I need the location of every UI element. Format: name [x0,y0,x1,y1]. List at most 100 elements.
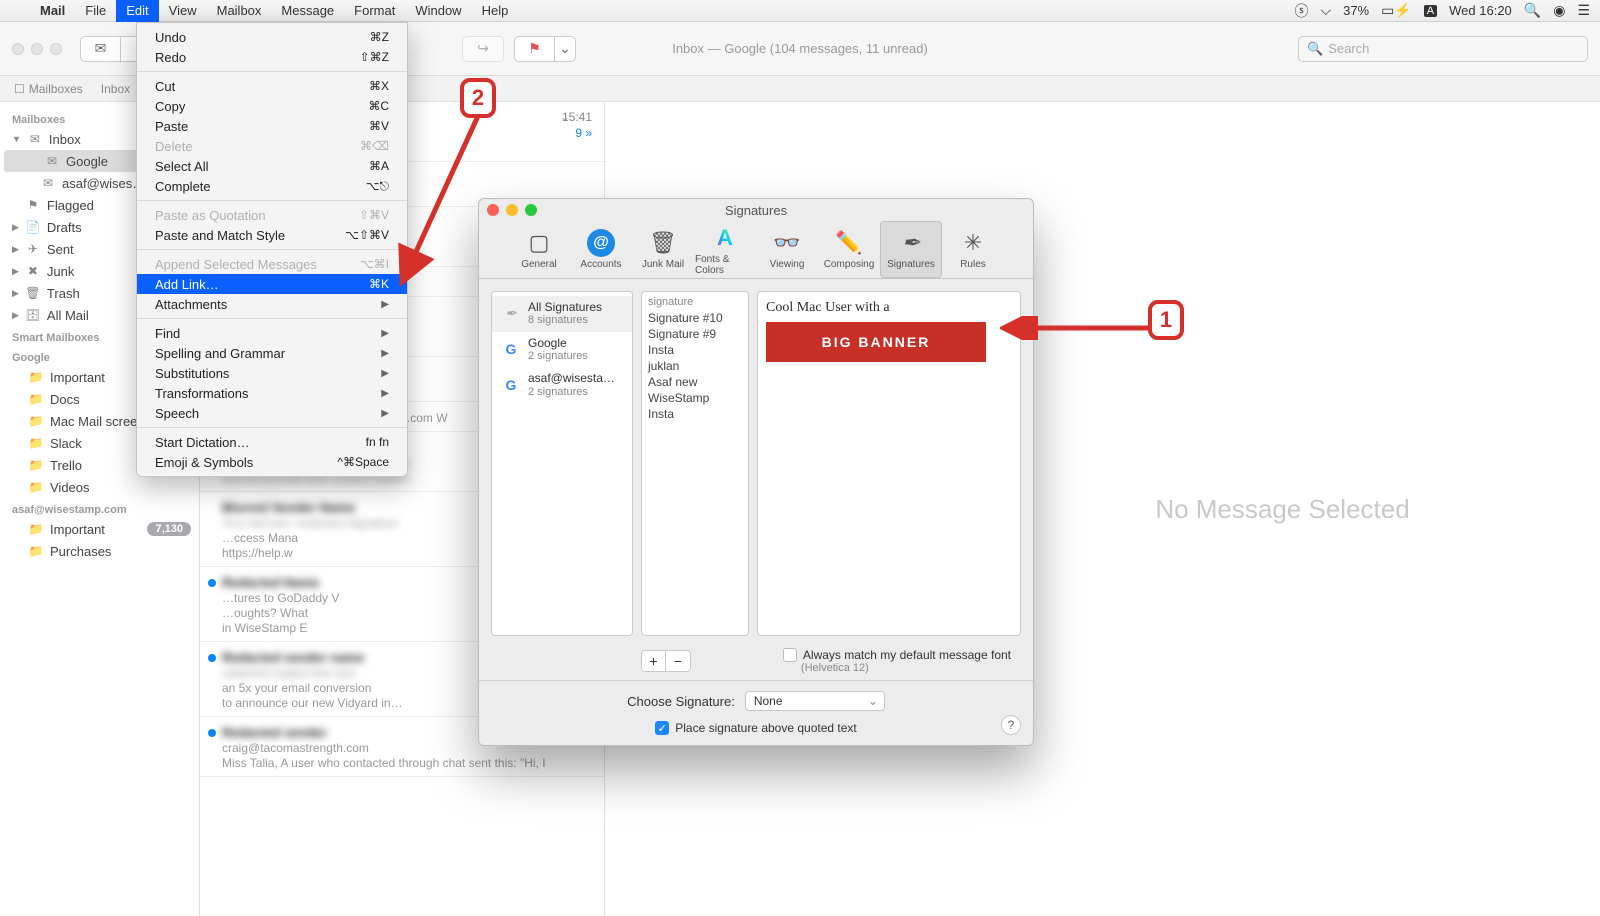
mailboxes-toggle[interactable]: ☐Mailboxes [14,82,83,96]
clock[interactable]: Wed 16:20 [1449,3,1512,18]
edit-menu-item[interactable]: Select All⌘A [137,156,407,176]
add-signature-button[interactable]: + [642,651,666,671]
trash-icon: 🗑 [25,285,41,301]
submenu-arrow-icon: ▶ [381,408,389,419]
account-asaf[interactable]: Gasaf@wisesta…2 signatures [492,367,632,403]
sidebar-videos[interactable]: 📁Videos [0,476,199,498]
folder-icon: 📁 [28,391,44,407]
preview-text[interactable]: Cool Mac User with a [766,300,1012,316]
wifi-icon[interactable]: ⌵ [1320,2,1331,19]
edit-menu-item[interactable]: Undo⌘Z [137,27,407,47]
tab-general[interactable]: ▢General [508,221,570,278]
minimize-button[interactable] [506,204,518,216]
edit-menu-item[interactable]: Paste and Match Style⌥⇧⌘V [137,225,407,245]
submenu-arrow-icon: ▶ [381,368,389,379]
signature-item[interactable]: juklan [648,358,742,374]
edit-menu-item[interactable]: Add Link…⌘K [137,274,407,294]
get-mail-button[interactable]: ✉ [81,37,121,61]
input-source[interactable]: A [1424,5,1437,17]
tab-viewing[interactable]: 👓Viewing [756,221,818,278]
edit-menu-item: Paste as Quotation⇧⌘V [137,205,407,225]
menu-window[interactable]: Window [405,0,471,22]
forward-button[interactable]: ↪ [463,37,503,61]
signature-item[interactable]: Insta [648,342,742,358]
edit-menu-item[interactable]: Find▶ [137,323,407,343]
signature-item[interactable]: Signature #10 [648,310,742,326]
close-dot[interactable] [12,43,24,55]
signature-item[interactable]: WiseStamp [648,390,742,406]
notification-center-icon[interactable]: ☰ [1577,2,1590,19]
menu-item-label: Speech [155,406,199,421]
edit-menu-item[interactable]: Cut⌘X [137,76,407,96]
zoom-dot[interactable] [50,43,62,55]
signatures-list[interactable]: signature Signature #10 Signature #9 Ins… [641,291,749,636]
signature-preview[interactable]: Cool Mac User with a BIG BANNER [757,291,1021,636]
window-controls[interactable] [12,43,62,55]
place-above-checkbox[interactable]: ✓Place signature above quoted text [655,721,856,735]
siri-icon[interactable]: ◉ [1553,2,1565,19]
drafts-icon: 📄 [25,219,41,235]
help-button[interactable]: ? [1001,715,1021,735]
menu-item-label: Copy [155,99,185,114]
big-banner[interactable]: BIG BANNER [766,322,986,362]
edit-menu-item[interactable]: Complete⌥⎋ [137,176,407,196]
menu-format[interactable]: Format [344,0,405,22]
inbox-icon: ✉ [27,131,43,147]
account-google[interactable]: GGoogle2 signatures [492,332,632,368]
tab-rules[interactable]: ✳︎Rules [942,221,1004,278]
choose-signature-select[interactable]: None [745,691,885,711]
sidebar-heading-asaf: asaf@wisestamp.com [0,498,199,518]
message-time: 15:41 [562,110,592,124]
menu-help[interactable]: Help [472,0,519,22]
skype-icon[interactable]: ⓢ [1294,1,1308,21]
menu-message[interactable]: Message [271,0,344,22]
submenu-arrow-icon: ▶ [381,328,389,339]
edit-menu-item[interactable]: Transformations▶ [137,383,407,403]
folder-icon: 📁 [28,521,44,537]
menu-edit[interactable]: Edit [116,0,158,22]
signature-item[interactable]: Signature #9 [648,326,742,342]
sidebar-purchases[interactable]: 📁Purchases [0,540,199,562]
edit-menu-item[interactable]: Redo⇧⌘Z [137,47,407,67]
edit-menu-item[interactable]: Paste⌘V [137,116,407,136]
signature-item[interactable]: Asaf new [648,374,742,390]
sidebar-important2[interactable]: 📁Important7,130 [0,518,199,540]
edit-menu-item[interactable]: Speech ▶ [137,403,407,423]
always-match-checkbox[interactable]: Always match my default message font [783,648,1011,662]
tab-accounts[interactable]: @Accounts [570,221,632,278]
edit-menu-item[interactable]: Copy⌘C [137,96,407,116]
min-dot[interactable] [31,43,43,55]
flag-group: ⚑ ⌄ [514,36,576,62]
folder-icon: 📁 [28,479,44,495]
tab-composing[interactable]: ✏️Composing [818,221,880,278]
remove-signature-button[interactable]: − [666,651,690,671]
tab-signatures[interactable]: ✒︎Signatures [880,221,942,278]
traffic-lights[interactable] [487,204,537,216]
tab-junkmail[interactable]: 🗑Junk Mail [632,221,694,278]
edit-menu-item[interactable]: Start Dictation…fn fn [137,432,407,452]
flag-button[interactable]: ⚑ [515,37,555,61]
menu-shortcut: ⌘V [369,119,389,133]
battery-icon[interactable]: ▭⚡ [1381,2,1412,19]
edit-menu-item[interactable]: Spelling and Grammar▶ [137,343,407,363]
account-all[interactable]: ✒︎All Signatures8 signatures [492,296,632,332]
flag-menu-button[interactable]: ⌄ [555,37,575,61]
signature-item[interactable]: Insta [648,406,742,422]
spotlight-icon[interactable]: 🔍 [1524,2,1541,19]
menu-file[interactable]: File [75,0,116,22]
zoom-button[interactable] [525,204,537,216]
edit-menu-item[interactable]: Substitutions▶ [137,363,407,383]
menu-view[interactable]: View [159,0,207,22]
edit-menu-item[interactable]: Emoji & Symbols^⌘Space [137,452,407,472]
search-field[interactable]: 🔍 Search [1298,36,1588,62]
preferences-tabs: ▢General @Accounts 🗑Junk Mail AFonts & C… [479,221,1033,279]
inbox-favorite[interactable]: Inbox [101,82,130,96]
tab-fonts[interactable]: AFonts & Colors [694,221,756,278]
no-message-placeholder: No Message Selected [1155,494,1409,525]
edit-menu-dropdown: Undo⌘ZRedo⇧⌘ZCut⌘XCopy⌘CPaste⌘VDelete⌘⌫S… [136,22,408,477]
edit-menu-item[interactable]: Attachments▶ [137,294,407,314]
app-name[interactable]: Mail [30,3,75,18]
menu-mailbox[interactable]: Mailbox [207,0,272,22]
menu-item-label: Add Link… [155,277,219,292]
accounts-list[interactable]: ✒︎All Signatures8 signatures GGoogle2 si… [491,291,633,636]
